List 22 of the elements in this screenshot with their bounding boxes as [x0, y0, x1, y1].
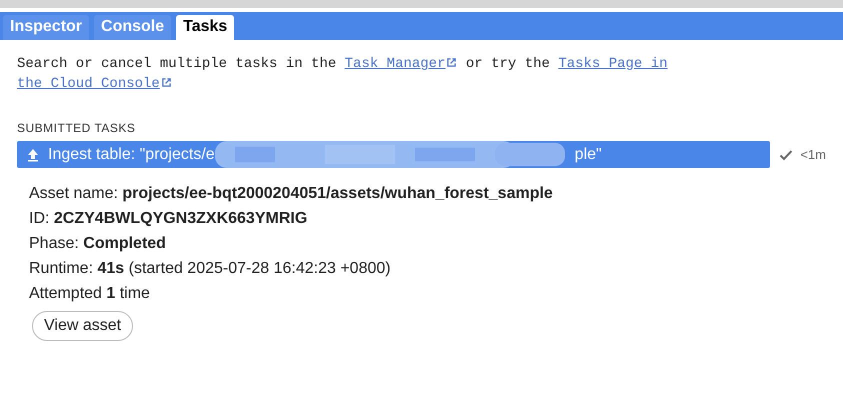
task-detail: Attempted 1 time — [29, 284, 151, 304]
intro-text: Search or cancel multiple tasks in the — [17, 56, 338, 72]
section-title: SUBMITTED TASKS — [17, 121, 136, 135]
intro-text: or try the — [464, 56, 551, 72]
link[interactable]: Tasks Page in — [558, 56, 668, 72]
task-age: <1m — [800, 147, 826, 162]
task-detail: Phase: Completed — [29, 234, 167, 254]
task-detail: Asset name: projects/ee-bqt2000204051/assets/wuhan_forest_sample — [29, 184, 554, 204]
tab[interactable]: Tasks — [176, 15, 234, 40]
tab[interactable]: Console — [94, 15, 172, 40]
link[interactable]: Task Manager — [344, 56, 458, 72]
tab[interactable]: Inspector — [3, 15, 90, 40]
view-asset-button[interactable]: View asset — [32, 311, 134, 341]
task-detail: Runtime: 41s (started 2025-07-28 16:42:23 +0800) — [29, 259, 392, 279]
external-link-icon — [446, 57, 458, 68]
task-title: Ingest table: "projects/e — [48, 146, 215, 164]
task-title: ple" — [574, 146, 602, 164]
link[interactable]: the Cloud Console — [17, 76, 172, 92]
external-link-icon — [160, 77, 172, 88]
upload-icon — [26, 148, 40, 162]
task-bar[interactable]: Ingest table: "projects/e ple" — [17, 141, 770, 168]
task-detail: ID: 2CZY4BWLQYGN3ZXK663YMRIG — [29, 209, 308, 229]
